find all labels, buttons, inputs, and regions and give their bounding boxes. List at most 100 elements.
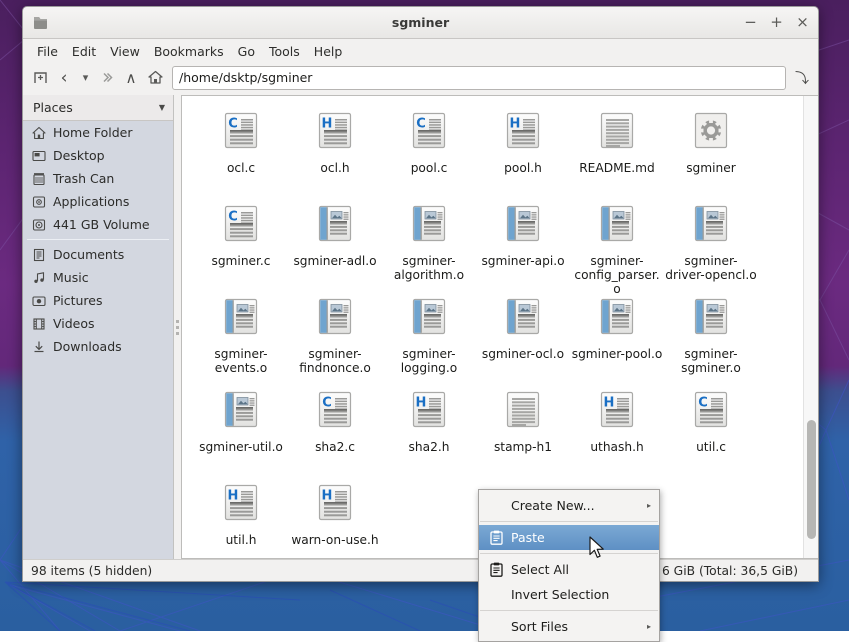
sidebar-item-label: Applications xyxy=(53,194,129,209)
sidebar-item-downloads[interactable]: Downloads xyxy=(23,335,173,358)
menu-go[interactable]: Go xyxy=(231,42,262,61)
context-menu-item-select-all[interactable]: Select All xyxy=(479,557,659,582)
context-menu-item-sort-files[interactable]: Sort Files▸ xyxy=(479,614,659,639)
file-item[interactable]: Cocl.c xyxy=(194,105,288,198)
file-name-label: uthash.h xyxy=(571,440,663,454)
menu-tools[interactable]: Tools xyxy=(262,42,307,61)
sidebar-item-trash-can[interactable]: Trash Can xyxy=(23,167,173,190)
file-item[interactable]: stamp-h1 xyxy=(476,384,570,477)
file-item[interactable]: sgminer-config_parser.o xyxy=(570,198,664,291)
file-item[interactable]: sgminer xyxy=(664,105,758,198)
places-header[interactable]: Places ▼ xyxy=(23,95,173,121)
context-menu-item-invert-selection[interactable]: Invert Selection xyxy=(479,582,659,607)
file-item[interactable]: Hutil.h xyxy=(194,477,288,558)
file-item[interactable]: sgminer-driver-opencl.o xyxy=(664,198,758,291)
file-name-label: README.md xyxy=(571,161,663,175)
svg-text:H: H xyxy=(604,396,615,411)
file-item[interactable]: sgminer-pool.o xyxy=(570,291,664,384)
path-entry[interactable]: /home/dsktp/sgminer xyxy=(172,66,786,90)
file-name-label: sha2.c xyxy=(289,440,381,454)
file-item[interactable]: sgminer-sgminer.o xyxy=(664,291,758,384)
file-name-label: ocl.h xyxy=(289,161,381,175)
file-item[interactable]: sgminer-logging.o xyxy=(382,291,476,384)
file-name-label: sgminer-sgminer.o xyxy=(665,347,757,375)
home-icon[interactable] xyxy=(144,66,166,89)
file-item[interactable]: Hpool.h xyxy=(476,105,570,198)
file-item[interactable]: sgminer-findnonce.o xyxy=(288,291,382,384)
back-icon[interactable]: ‹ xyxy=(53,66,75,89)
new-tab-icon[interactable] xyxy=(29,66,51,89)
chevron-down-icon[interactable]: ▼ xyxy=(159,103,165,112)
sidebar-item-label: 441 GB Volume xyxy=(53,217,150,232)
file-item[interactable]: Cutil.c xyxy=(664,384,758,477)
sidebar-item-label: Desktop xyxy=(53,148,105,163)
applications-icon xyxy=(31,194,47,210)
file-item[interactable]: sgminer-algorithm.o xyxy=(382,198,476,291)
context-menu-separator xyxy=(480,610,658,611)
sidebar-item-label: Home Folder xyxy=(53,125,133,140)
sidebar-item-music[interactable]: Music xyxy=(23,266,173,289)
file-item[interactable]: Cpool.c xyxy=(382,105,476,198)
context-menu-item-label: Select All xyxy=(511,562,569,577)
file-item[interactable]: Huthash.h xyxy=(570,384,664,477)
sidebar-item-label: Pictures xyxy=(53,293,103,308)
home-icon xyxy=(31,125,47,141)
object-file-icon xyxy=(220,296,262,342)
file-item[interactable]: Hocl.h xyxy=(288,105,382,198)
menu-bar: File Edit View Bookmarks Go Tools Help xyxy=(23,39,818,63)
forward-icon[interactable] xyxy=(96,66,118,89)
file-item[interactable]: sgminer-api.o xyxy=(476,198,570,291)
file-item[interactable]: sgminer-util.o xyxy=(194,384,288,477)
close-button[interactable]: × xyxy=(795,15,810,30)
up-icon[interactable]: ∧ xyxy=(120,66,142,89)
sidebar-item-label: Downloads xyxy=(53,339,122,354)
h-header-icon: H xyxy=(596,389,638,435)
music-icon xyxy=(31,270,47,286)
scrollbar-thumb[interactable] xyxy=(807,420,816,539)
menu-view[interactable]: View xyxy=(103,42,147,61)
sidebar-item-volume[interactable]: 441 GB Volume xyxy=(23,213,173,236)
c-source-icon: C xyxy=(220,203,262,249)
maximize-button[interactable]: + xyxy=(769,15,784,30)
title-bar[interactable]: sgminer − + × xyxy=(23,7,818,39)
file-item[interactable]: Hsha2.h xyxy=(382,384,476,477)
places-title: Places xyxy=(33,100,73,115)
menu-help[interactable]: Help xyxy=(307,42,350,61)
object-file-icon xyxy=(408,203,450,249)
documents-icon xyxy=(31,247,47,263)
file-item[interactable]: sgminer-ocl.o xyxy=(476,291,570,384)
c-source-icon: C xyxy=(220,110,262,156)
file-name-label: sgminer-driver-opencl.o xyxy=(665,254,757,282)
window-title: sgminer xyxy=(23,15,818,30)
file-item[interactable]: sgminer-events.o xyxy=(194,291,288,384)
object-file-icon xyxy=(314,296,356,342)
sidebar-item-applications[interactable]: Applications xyxy=(23,190,173,213)
sidebar-splitter[interactable] xyxy=(174,95,181,559)
chevron-down-icon[interactable]: ▾ xyxy=(77,66,94,89)
h-header-icon: H xyxy=(408,389,450,435)
path-dropdown-icon[interactable]: ⤵ xyxy=(791,66,813,89)
sidebar-item-desktop[interactable]: Desktop xyxy=(23,144,173,167)
sidebar-item-videos[interactable]: Videos xyxy=(23,312,173,335)
h-header-icon: H xyxy=(314,482,356,528)
vertical-scrollbar[interactable] xyxy=(803,96,818,558)
file-item[interactable]: README.md xyxy=(570,105,664,198)
sidebar-item-documents[interactable]: Documents xyxy=(23,243,173,266)
context-menu-item-create-new[interactable]: Create New...▸ xyxy=(479,493,659,518)
menu-edit[interactable]: Edit xyxy=(65,42,103,61)
context-menu-item-paste[interactable]: Paste xyxy=(479,525,659,550)
file-item[interactable]: sgminer-adl.o xyxy=(288,198,382,291)
sidebar-item-home-folder[interactable]: Home Folder xyxy=(23,121,173,144)
sidebar-item-pictures[interactable]: Pictures xyxy=(23,289,173,312)
clipboard-icon xyxy=(488,562,504,578)
plain-text-icon xyxy=(502,389,544,435)
file-item[interactable]: Csha2.c xyxy=(288,384,382,477)
context-menu-item-label: Invert Selection xyxy=(511,587,609,602)
file-item[interactable]: Csgminer.c xyxy=(194,198,288,291)
menu-file[interactable]: File xyxy=(30,42,65,61)
svg-text:C: C xyxy=(416,117,426,132)
file-item[interactable]: Hwarn-on-use.h xyxy=(288,477,382,558)
menu-bookmarks[interactable]: Bookmarks xyxy=(147,42,231,61)
context-menu-separator xyxy=(480,521,658,522)
minimize-button[interactable]: − xyxy=(743,15,758,30)
